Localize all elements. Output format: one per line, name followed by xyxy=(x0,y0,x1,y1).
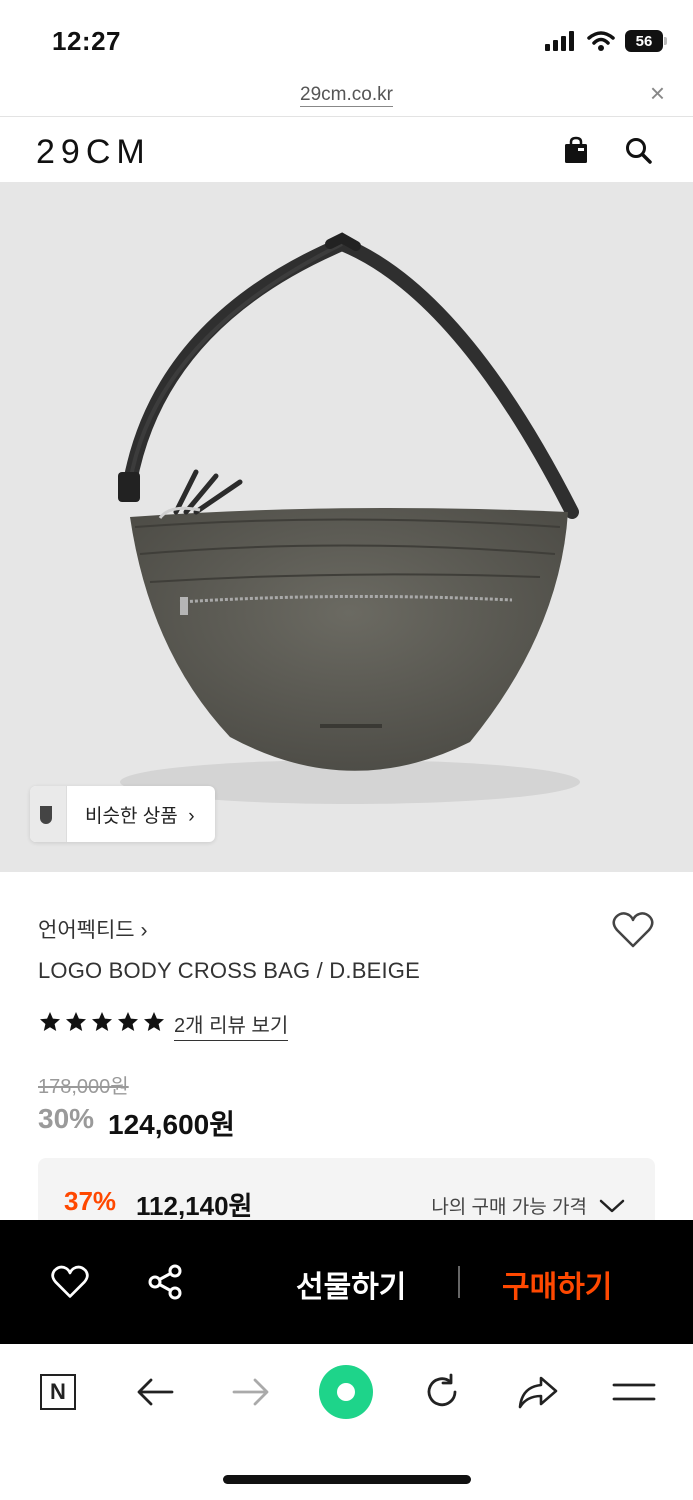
shopping-bag-icon[interactable] xyxy=(558,132,594,168)
crossbody-bag-illustration xyxy=(118,232,580,804)
similar-products-label: 비슷한 상품 › xyxy=(85,805,195,827)
share-arrow-icon[interactable] xyxy=(516,1370,560,1414)
gift-button[interactable]: 선물하기 xyxy=(296,1262,406,1306)
chevron-down-icon xyxy=(599,1199,625,1212)
similar-product-thumbnail xyxy=(30,786,67,842)
product-image[interactable] xyxy=(0,182,693,872)
star-icon xyxy=(144,1012,164,1031)
share-icon[interactable] xyxy=(145,1262,185,1302)
url-domain[interactable]: 29cm.co.kr xyxy=(0,84,693,107)
chevron-right-icon: › xyxy=(182,805,195,827)
benefit-price-panel[interactable]: 37% 112,140원 나의 구매 가능 가격 xyxy=(38,1158,655,1221)
benefit-discount-percent: 37% xyxy=(64,1186,117,1216)
browser-toolbar: N xyxy=(0,1344,693,1500)
signal-icon xyxy=(545,31,574,51)
star-icon xyxy=(92,1012,112,1031)
original-price: 178,000원 xyxy=(38,1076,129,1098)
search-icon[interactable] xyxy=(620,132,656,168)
status-icons: 56 xyxy=(545,30,667,52)
battery-indicator: 56 xyxy=(625,30,667,52)
forward-arrow-icon[interactable] xyxy=(229,1370,273,1414)
discount-percent: 30% xyxy=(38,1103,95,1134)
purchase-action-bar: 선물하기 구매하기 xyxy=(0,1220,693,1344)
naver-n-icon[interactable]: N xyxy=(36,1370,80,1414)
action-divider xyxy=(458,1266,460,1298)
star-icon xyxy=(66,1012,86,1031)
product-name: LOGO BODY CROSS BAG / D.BEIGE xyxy=(38,958,420,983)
green-dot-home-icon[interactable] xyxy=(318,1364,374,1420)
rating-stars xyxy=(38,1010,166,1034)
star-icon xyxy=(40,1012,60,1031)
wishlist-heart-icon[interactable] xyxy=(611,910,655,955)
star-icon xyxy=(118,1012,138,1031)
wifi-icon xyxy=(587,31,615,51)
home-indicator xyxy=(223,1475,471,1484)
sale-price: 124,600원 xyxy=(108,1109,235,1140)
brand-link[interactable]: 언어펙티드 › xyxy=(38,914,147,944)
heart-icon[interactable] xyxy=(50,1262,90,1302)
review-link[interactable]: 2개 리뷰 보기 xyxy=(174,1009,289,1041)
benefit-label[interactable]: 나의 구매 가능 가격 xyxy=(431,1192,625,1219)
back-arrow-icon[interactable] xyxy=(133,1370,177,1414)
chevron-right-icon: › xyxy=(134,919,148,942)
site-logo[interactable]: 29CM xyxy=(36,133,151,172)
benefit-price: 112,140원 xyxy=(136,1191,253,1221)
similar-products-button[interactable]: 비슷한 상품 › xyxy=(30,786,215,842)
url-bar: 29cm.co.kr × xyxy=(0,76,693,117)
status-time: 12:27 xyxy=(52,26,121,56)
menu-icon[interactable] xyxy=(612,1370,656,1414)
reload-icon[interactable] xyxy=(420,1370,464,1414)
close-icon[interactable]: × xyxy=(650,80,665,106)
buy-button[interactable]: 구매하기 xyxy=(502,1262,612,1306)
